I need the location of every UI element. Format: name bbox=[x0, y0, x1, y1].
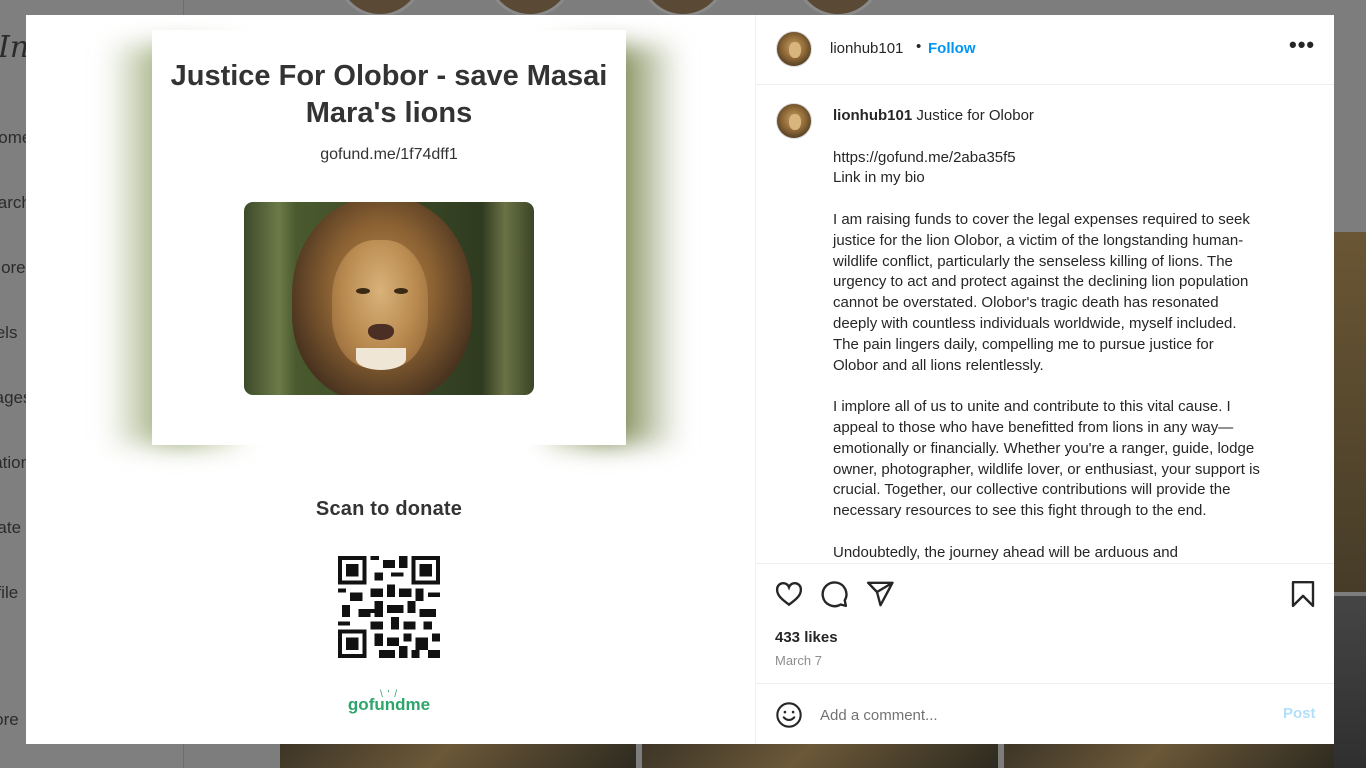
caption-line: owner, photographer, wildlife lover, or … bbox=[833, 460, 1260, 478]
like-count[interactable]: 433 likes bbox=[775, 629, 838, 646]
caption-line: deeply with countless individuals worldw… bbox=[833, 314, 1237, 332]
fundraiser-card: Justice For Olobor - save Masai Mara's l… bbox=[152, 30, 626, 445]
grid-thumbnail[interactable] bbox=[280, 744, 636, 768]
separator-dot: • bbox=[916, 38, 922, 55]
caption-line: Olobor and all lions relentlessly. bbox=[833, 356, 1044, 374]
caption-line: The pain lingers daily, compelling me to… bbox=[833, 335, 1214, 353]
caption-username[interactable]: lionhub101 bbox=[833, 107, 912, 124]
caption-line: Link in my bio bbox=[833, 169, 925, 187]
caption-line: I implore all of us to unite and contrib… bbox=[833, 398, 1231, 416]
post-date[interactable]: March 7 bbox=[775, 653, 822, 668]
post-details-panel: lionhub101 • Follow ••• lionhub101 Justi… bbox=[756, 15, 1334, 744]
grid-thumbnail[interactable] bbox=[642, 744, 998, 768]
bookmark-icon[interactable] bbox=[1288, 579, 1318, 609]
qr-code bbox=[338, 556, 440, 658]
caption-line: emotionally or financially. Whether you'… bbox=[833, 439, 1255, 457]
caption-line: urgency to act and protect against the d… bbox=[833, 273, 1249, 291]
post-modal: Justice For Olobor - save Masai Mara's l… bbox=[26, 15, 1334, 744]
post-header: lionhub101 • Follow ••• bbox=[756, 15, 1334, 85]
bg-nav-reels[interactable]: Reels bbox=[0, 323, 17, 343]
comment-icon[interactable] bbox=[819, 579, 849, 609]
caption-line: Undoubtedly, the journey ahead will be a… bbox=[833, 543, 1178, 561]
bg-nav-profile[interactable]: Profile bbox=[0, 583, 18, 603]
fundraiser-url: gofund.me/1f74dff1 bbox=[320, 146, 458, 163]
grid-thumbnail[interactable] bbox=[1334, 596, 1366, 768]
heart-icon[interactable] bbox=[774, 579, 804, 609]
share-icon[interactable] bbox=[865, 579, 895, 609]
caption-line: cannot be overstated. Olobor's tragic de… bbox=[833, 294, 1219, 312]
avatar[interactable] bbox=[776, 31, 812, 67]
avatar[interactable] bbox=[776, 103, 812, 139]
post-media[interactable]: Justice For Olobor - save Masai Mara's l… bbox=[26, 15, 756, 744]
caption-line: necessary resources to see this fight th… bbox=[833, 502, 1207, 520]
scan-to-donate-label: Scan to donate bbox=[315, 498, 463, 520]
grid-thumbnail[interactable] bbox=[1334, 232, 1366, 592]
follow-button[interactable]: Follow bbox=[928, 40, 976, 57]
caption-title: Justice for Olobor bbox=[916, 107, 1034, 124]
caption-line: crucial. Together, our collective contri… bbox=[833, 481, 1231, 499]
emoji-icon[interactable] bbox=[775, 701, 803, 729]
caption-line: justice for the lion Olobor, a victim of… bbox=[833, 231, 1244, 249]
header-username[interactable]: lionhub101 bbox=[830, 40, 903, 57]
grid-thumbnail[interactable] bbox=[1004, 744, 1334, 768]
comment-input[interactable] bbox=[820, 703, 1260, 727]
fundraiser-title: Justice For Olobor - save Masai Mara's l… bbox=[170, 60, 608, 129]
caption-text: lionhub101 Justice for Olobor https://go… bbox=[833, 106, 1313, 563]
caption-section[interactable]: lionhub101 Justice for Olobor https://go… bbox=[756, 85, 1334, 563]
lion-photo bbox=[244, 202, 534, 395]
post-actions: 433 likes March 7 bbox=[756, 563, 1334, 683]
bg-nav-create[interactable]: Create bbox=[0, 518, 21, 538]
more-horizontal-icon[interactable]: ••• bbox=[1289, 32, 1315, 58]
bg-nav-explore[interactable]: Explore bbox=[0, 258, 26, 278]
caption-line: wildlife conflict, particularly the sens… bbox=[833, 252, 1233, 270]
bg-nav-more[interactable]: More bbox=[0, 710, 19, 730]
caption-line: appeal to those who have benefitted from… bbox=[833, 418, 1234, 436]
caption-line: I am raising funds to cover the legal ex… bbox=[833, 210, 1250, 228]
gofundme-logo: gofundme bbox=[347, 695, 431, 714]
caption-line: https://gofund.me/2aba35f5 bbox=[833, 148, 1016, 166]
post-comment-button[interactable]: Post bbox=[1283, 705, 1316, 722]
comment-bar: Post bbox=[756, 683, 1334, 744]
